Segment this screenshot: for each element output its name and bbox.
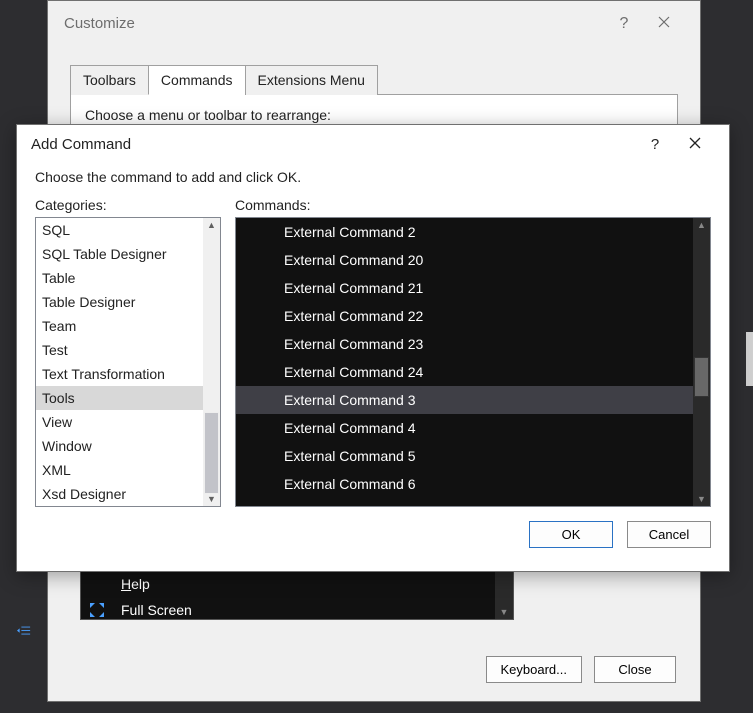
customize-button-row: Keyboard... Close (486, 656, 677, 683)
categories-listbox[interactable]: SQLSQL Table DesignerTableTable Designer… (35, 217, 221, 507)
chevron-down-icon[interactable]: ▼ (697, 494, 706, 504)
choose-label: Choose a menu or toolbar to rearrange: (85, 107, 663, 123)
outdent-icon (17, 624, 31, 638)
customize-side-button-fragment (746, 332, 753, 386)
list-item-label: Full Screen (121, 602, 192, 618)
close-button[interactable]: Close (594, 656, 676, 683)
close-icon[interactable] (675, 136, 715, 153)
add-command-title-text: Add Command (31, 136, 131, 153)
command-item[interactable]: External Command 2 (236, 218, 693, 246)
customize-title-text: Customize (64, 15, 135, 32)
command-item[interactable]: External Command 23 (236, 330, 693, 358)
category-item[interactable]: View (36, 410, 203, 434)
customize-tabs: Toolbars Commands Extensions Menu (70, 64, 678, 95)
scrollbar-thumb[interactable] (204, 412, 219, 494)
app-toolbar-fragment (0, 619, 48, 643)
keyboard-button[interactable]: Keyboard... (486, 656, 583, 683)
close-icon[interactable] (644, 15, 684, 33)
cancel-button[interactable]: Cancel (627, 521, 711, 548)
tab-commands[interactable]: Commands (148, 65, 246, 95)
commands-label: Commands: (235, 197, 711, 213)
chevron-up-icon[interactable]: ▲ (207, 220, 216, 230)
tab-toolbars[interactable]: Toolbars (70, 65, 149, 95)
category-item[interactable]: Test (36, 338, 203, 362)
category-item[interactable]: SQL Table Designer (36, 242, 203, 266)
category-item[interactable]: Team (36, 314, 203, 338)
command-item[interactable]: External Command 20 (236, 246, 693, 274)
add-command-button-row: OK Cancel (35, 521, 711, 548)
scrollbar[interactable]: ▼ (495, 571, 513, 619)
chevron-up-icon[interactable]: ▲ (697, 220, 706, 230)
category-item[interactable]: SQL (36, 218, 203, 242)
command-item[interactable]: External Command 21 (236, 274, 693, 302)
command-item[interactable]: External Command 6 (236, 470, 693, 498)
customize-titlebar: Customize ? (48, 1, 700, 46)
categories-label: Categories: (35, 197, 221, 213)
list-item[interactable]: Help (81, 571, 513, 597)
add-command-titlebar: Add Command ? (17, 125, 729, 163)
scrollbar[interactable]: ▲ ▼ (203, 218, 220, 506)
help-icon[interactable]: ? (635, 136, 675, 153)
category-item[interactable]: Table Designer (36, 290, 203, 314)
category-item[interactable]: Window (36, 434, 203, 458)
commands-listbox[interactable]: External Command 2External Command 20Ext… (235, 217, 711, 507)
chevron-down-icon[interactable]: ▼ (207, 494, 216, 504)
ok-button[interactable]: OK (529, 521, 613, 548)
category-item[interactable]: Xsd Designer (36, 482, 203, 506)
customize-command-list-fragment: Help Full Screen ▼ (80, 570, 514, 620)
list-item-label: Help (121, 576, 150, 592)
command-item[interactable]: External Command 3 (236, 386, 693, 414)
category-item[interactable]: Text Transformation (36, 362, 203, 386)
help-icon[interactable]: ? (604, 15, 644, 33)
list-item[interactable]: Full Screen (81, 597, 513, 623)
command-item[interactable]: External Command 5 (236, 442, 693, 470)
category-item[interactable]: Tools (36, 386, 203, 410)
add-command-intro: Choose the command to add and click OK. (35, 169, 711, 185)
category-item[interactable]: XML (36, 458, 203, 482)
scrollbar-thumb[interactable] (694, 357, 709, 397)
command-item[interactable]: External Command 24 (236, 358, 693, 386)
category-item[interactable]: Table (36, 266, 203, 290)
chevron-down-icon[interactable]: ▼ (500, 607, 509, 617)
fullscreen-icon (87, 603, 107, 617)
add-command-dialog: Add Command ? Choose the command to add … (16, 124, 730, 572)
command-item[interactable]: External Command 22 (236, 302, 693, 330)
scrollbar[interactable]: ▲ ▼ (693, 218, 710, 506)
command-item[interactable]: External Command 4 (236, 414, 693, 442)
tab-extensions-menu[interactable]: Extensions Menu (245, 65, 378, 95)
